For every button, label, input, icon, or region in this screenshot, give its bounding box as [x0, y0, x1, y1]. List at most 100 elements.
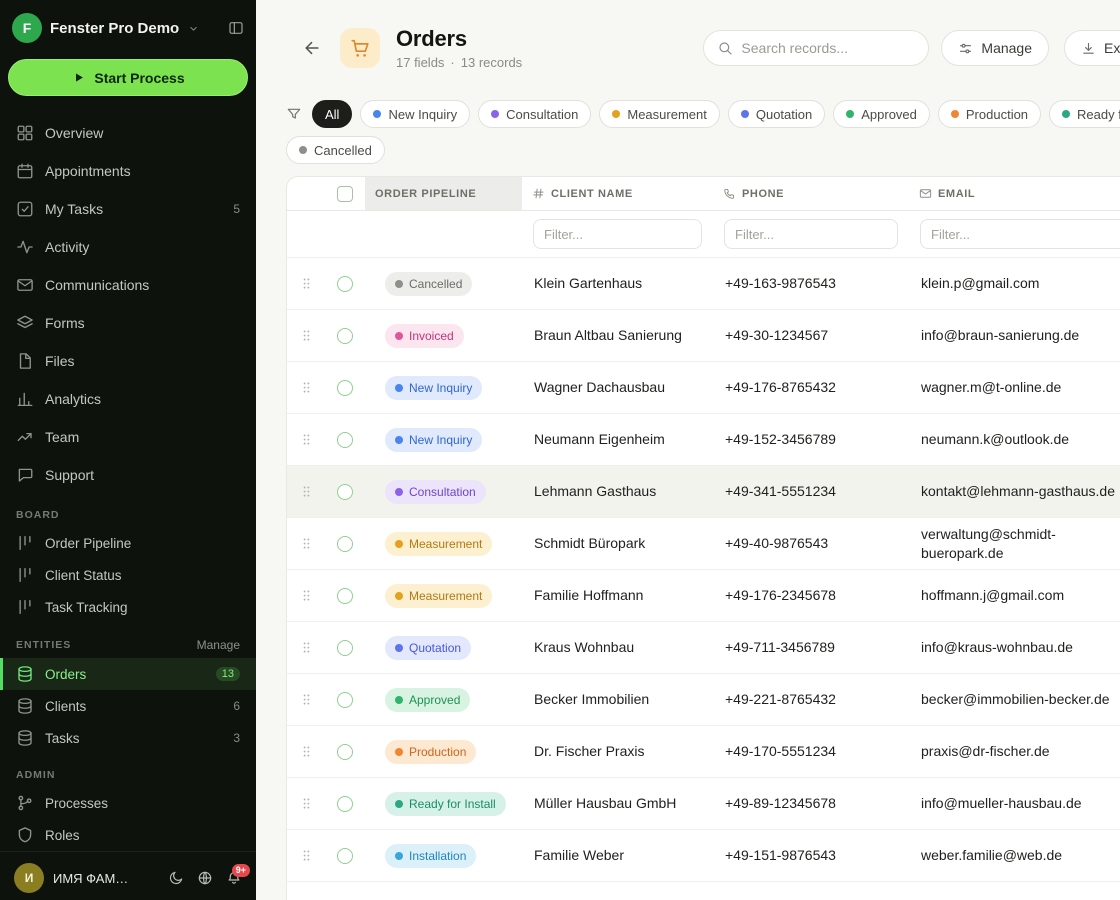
table-row[interactable] [287, 882, 1120, 900]
filter-chip-production[interactable]: Production [938, 100, 1041, 128]
table-row[interactable]: Measurement Schmidt Büropark +49-40-9876… [287, 518, 1120, 570]
workspace-logo[interactable]: F [12, 13, 42, 43]
row-checkbox[interactable] [337, 536, 353, 552]
drag-handle[interactable] [287, 328, 325, 343]
drag-handle[interactable] [287, 640, 325, 655]
table-row[interactable]: New Inquiry Neumann Eigenheim +49-152-34… [287, 414, 1120, 466]
row-checkbox[interactable] [337, 328, 353, 344]
drag-handle[interactable] [287, 536, 325, 551]
user-name[interactable]: ИМЯ ФАМИ… [53, 871, 137, 886]
filter-chip-measurement[interactable]: Measurement [599, 100, 719, 128]
table-row[interactable]: Installation Familie Weber +49-151-98765… [287, 830, 1120, 882]
status-badge[interactable]: Production [385, 740, 476, 764]
sidebar-item-task-tracking[interactable]: Task Tracking [0, 591, 256, 623]
status-badge[interactable]: Consultation [385, 480, 486, 504]
status-badge[interactable]: Approved [385, 688, 470, 712]
row-checkbox[interactable] [337, 848, 353, 864]
column-header-order-pipeline[interactable]: ORDER PIPELINE [365, 177, 522, 210]
status-badge[interactable]: Invoiced [385, 324, 464, 348]
sidebar-item-clients[interactable]: Clients6 [0, 690, 256, 722]
table-row[interactable]: Cancelled Klein Gartenhaus +49-163-98765… [287, 258, 1120, 310]
search-input[interactable] [741, 40, 915, 56]
start-process-button[interactable]: Start Process [8, 59, 248, 96]
column-header-client-name[interactable]: CLIENT NAME [522, 177, 713, 210]
filter-chip-ready-for-install[interactable]: Ready for Install [1049, 100, 1120, 128]
status-badge[interactable]: Measurement [385, 532, 492, 556]
sidebar-item-processes[interactable]: Processes [0, 787, 256, 819]
select-all-checkbox[interactable] [337, 186, 353, 202]
status-badge[interactable]: New Inquiry [385, 428, 482, 452]
drag-handle[interactable] [287, 796, 325, 811]
status-badge[interactable]: Quotation [385, 636, 471, 660]
chevron-down-icon[interactable] [187, 22, 200, 35]
moon-icon[interactable] [168, 870, 184, 886]
row-checkbox[interactable] [337, 588, 353, 604]
column-header-phone[interactable]: PHONE [713, 177, 909, 210]
notifications-button[interactable]: 9+ [226, 870, 242, 886]
sidebar-item-analytics[interactable]: Analytics [0, 380, 256, 418]
sidebar-item-my-tasks[interactable]: My Tasks5 [0, 190, 256, 228]
sidebar-item-forms[interactable]: Forms [0, 304, 256, 342]
filter-chip-consultation[interactable]: Consultation [478, 100, 591, 128]
drag-handle[interactable] [287, 432, 325, 447]
table-row[interactable]: Consultation Lehmann Gasthaus +49-341-55… [287, 466, 1120, 518]
sidebar-item-files[interactable]: Files [0, 342, 256, 380]
drag-handle[interactable] [287, 848, 325, 863]
table-row[interactable]: Quotation Kraus Wohnbau +49-711-3456789 … [287, 622, 1120, 674]
status-badge[interactable]: New Inquiry [385, 376, 482, 400]
row-checkbox[interactable] [337, 432, 353, 448]
manage-button[interactable]: Manage [941, 30, 1049, 66]
avatar[interactable]: И [14, 863, 44, 893]
sidebar-item-roles[interactable]: Roles [0, 819, 256, 851]
workspace-switcher[interactable]: F Fenster Pro Demo [0, 0, 256, 53]
back-button[interactable] [296, 32, 328, 64]
drag-handle[interactable] [287, 588, 325, 603]
drag-handle[interactable] [287, 484, 325, 499]
drag-handle[interactable] [287, 744, 325, 759]
drag-handle[interactable] [287, 276, 325, 291]
row-checkbox[interactable] [337, 692, 353, 708]
column-header-email[interactable]: EMAIL [909, 177, 1120, 210]
table-row[interactable]: Approved Becker Immobilien +49-221-87654… [287, 674, 1120, 726]
table-row[interactable]: Invoiced Braun Altbau Sanierung +49-30-1… [287, 310, 1120, 362]
filter-input-email[interactable] [920, 219, 1120, 249]
row-checkbox[interactable] [337, 796, 353, 812]
table-row[interactable]: New Inquiry Wagner Dachausbau +49-176-87… [287, 362, 1120, 414]
filter-chip-quotation[interactable]: Quotation [728, 100, 825, 128]
sidebar-item-appointments[interactable]: Appointments [0, 152, 256, 190]
row-checkbox[interactable] [337, 380, 353, 396]
section-action-manage[interactable]: Manage [197, 638, 240, 652]
funnel-icon[interactable] [286, 106, 302, 122]
table-row[interactable]: Ready for Install Müller Hausbau GmbH +4… [287, 778, 1120, 830]
filter-chip-cancelled[interactable]: Cancelled [286, 136, 385, 164]
table-row[interactable]: Production Dr. Fischer Praxis +49-170-55… [287, 726, 1120, 778]
sidebar-item-support[interactable]: Support [0, 456, 256, 494]
sidebar-item-tasks[interactable]: Tasks3 [0, 722, 256, 754]
status-badge[interactable]: Installation [385, 844, 476, 868]
row-checkbox[interactable] [337, 276, 353, 292]
sidebar-item-overview[interactable]: Overview [0, 114, 256, 152]
status-badge[interactable]: Measurement [385, 584, 492, 608]
globe-icon[interactable] [197, 870, 213, 886]
sidebar-item-activity[interactable]: Activity [0, 228, 256, 266]
sidebar-item-team[interactable]: Team [0, 418, 256, 456]
export-button[interactable]: Export [1064, 30, 1120, 66]
status-badge[interactable]: Ready for Install [385, 792, 506, 816]
filter-chip-approved[interactable]: Approved [833, 100, 930, 128]
filter-input-client-name[interactable] [533, 219, 702, 249]
filter-input-phone[interactable] [724, 219, 898, 249]
drag-handle[interactable] [287, 692, 325, 707]
row-checkbox[interactable] [337, 484, 353, 500]
status-badge[interactable]: Cancelled [385, 272, 472, 296]
panel-icon[interactable] [228, 20, 244, 36]
filter-chip-all[interactable]: All [312, 100, 352, 128]
row-checkbox[interactable] [337, 640, 353, 656]
sidebar-item-client-status[interactable]: Client Status [0, 559, 256, 591]
sidebar-item-orders[interactable]: Orders13 [0, 658, 256, 690]
sidebar-item-communications[interactable]: Communications [0, 266, 256, 304]
row-checkbox[interactable] [337, 744, 353, 760]
sidebar-item-order-pipeline[interactable]: Order Pipeline [0, 527, 256, 559]
drag-handle[interactable] [287, 380, 325, 395]
filter-chip-new-inquiry[interactable]: New Inquiry [360, 100, 470, 128]
table-row[interactable]: Measurement Familie Hoffmann +49-176-234… [287, 570, 1120, 622]
